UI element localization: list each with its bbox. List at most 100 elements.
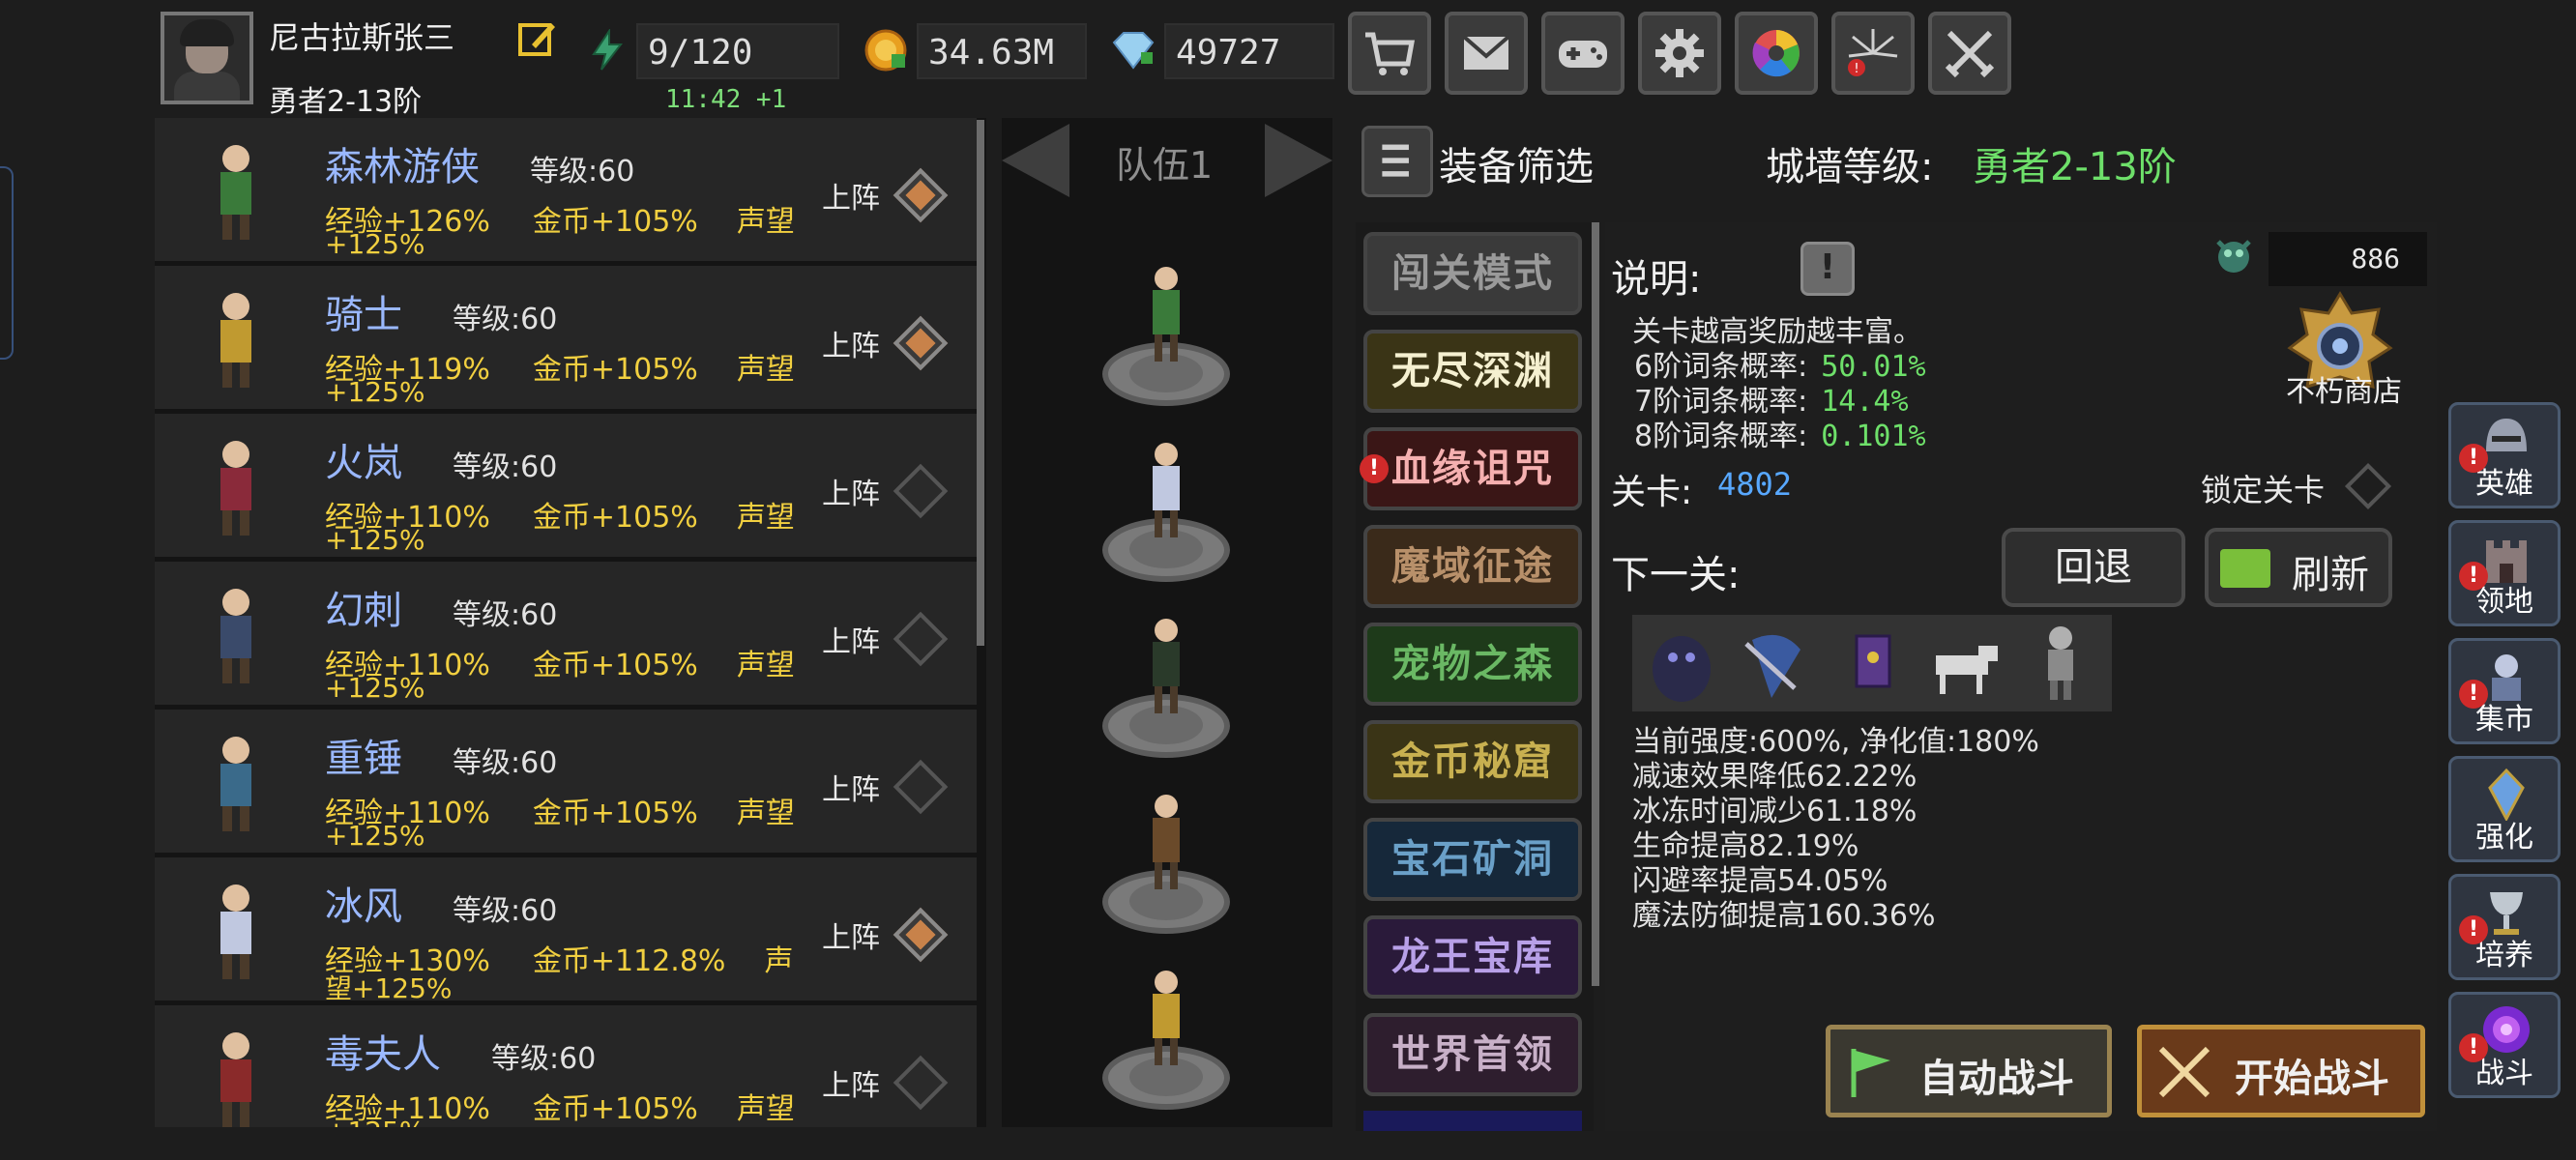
hero-gold-bonus: 金币+112.8% xyxy=(532,944,726,978)
team-slot[interactable] xyxy=(1098,437,1234,592)
hero-deploy-toggle[interactable] xyxy=(893,1055,949,1111)
next-stage-label: 下一关: xyxy=(1611,553,1741,597)
alert-icon: ! xyxy=(2459,915,2488,944)
equipment-filter-label[interactable]: 装备筛选 xyxy=(1439,135,1594,191)
hero-row[interactable]: 骑士 等级:60 经验+119% 金币+105% 声望 +125% 上阵 xyxy=(155,266,977,409)
team-slot[interactable] xyxy=(1098,261,1234,416)
player-rank: 勇者2-13阶 xyxy=(269,85,423,119)
hero-row[interactable]: 重锤 等级:60 经验+110% 金币+105% 声望 +125% 上阵 xyxy=(155,710,977,853)
hero-list[interactable]: 森林游侠 等级:60 经验+126% 金币+105% 声望 +125% 上阵 骑士 等级:60 经… xyxy=(155,118,986,1127)
hero-deploy-toggle[interactable] xyxy=(893,463,949,519)
hero-deploy-label[interactable]: 上阵 xyxy=(822,914,880,956)
alert-icon: ! xyxy=(2459,1033,2488,1062)
enemy-armored-knight xyxy=(2019,621,2102,706)
mode-button-partial[interactable] xyxy=(1363,1111,1582,1131)
sidebar-button[interactable]: 战斗! xyxy=(2448,992,2561,1098)
hero-fame-label: 声望 xyxy=(736,1092,795,1126)
team-slot[interactable] xyxy=(1098,789,1234,943)
hero-name: 重锤 xyxy=(325,737,402,781)
fireworks-button[interactable]: ! xyxy=(1831,12,1915,95)
immortal-shop-label[interactable]: 不朽商店 xyxy=(2286,367,2402,410)
next-team-arrow-icon[interactable] xyxy=(1265,124,1332,197)
mode-button[interactable]: 宠物之森 xyxy=(1363,623,1582,706)
hero-row[interactable]: 毒夫人等级:60经验+110%金币+105%声望+125%上阵 xyxy=(155,1005,977,1127)
next-enemies-strip xyxy=(1632,615,2112,711)
wall-level-label: 城墙等级: xyxy=(1766,145,1934,189)
hero-deploy-toggle[interactable] xyxy=(893,167,949,223)
pet-token-icon xyxy=(2210,232,2257,278)
settings-button[interactable] xyxy=(1638,12,1721,95)
sidebar-button[interactable]: 培养! xyxy=(2448,874,2561,980)
stage-stat-line: 闪避率提高54.05% xyxy=(1632,864,1888,898)
mode-button[interactable]: 世界首领 xyxy=(1363,1013,1582,1096)
mode-button[interactable]: 闯关模式 xyxy=(1363,232,1582,315)
alert-icon: ! xyxy=(1360,454,1389,483)
gold-coin-icon xyxy=(863,27,909,73)
mode-button[interactable]: 魔域征途 xyxy=(1363,525,1582,608)
next-stage-stats: 当前强度:600%, 净化值:180% 减速效果降低62.22% 冰冻时间减少61.… xyxy=(1632,725,2039,934)
battle-swords-button[interactable] xyxy=(1928,12,2011,95)
mode-button[interactable]: 金币秘窟 xyxy=(1363,720,1582,803)
hero-deploy-toggle[interactable] xyxy=(893,611,949,667)
hero-row[interactable]: 冰风 等级:60 经验+130% 金币+112.8% 声望+125% 上阵 xyxy=(155,857,977,1004)
hero-deploy-label[interactable]: 上阵 xyxy=(822,322,880,364)
start-battle-button[interactable]: 开始战斗 xyxy=(2137,1025,2425,1117)
info-icon[interactable]: ! xyxy=(1800,242,1855,296)
energy-icon xyxy=(586,27,629,72)
team-slot[interactable] xyxy=(1098,965,1234,1119)
auto-battle-button[interactable]: 自动战斗 xyxy=(1826,1025,2112,1117)
shop-cart-button[interactable] xyxy=(1348,12,1431,95)
mode-button[interactable]: 无尽深渊 xyxy=(1363,330,1582,413)
edit-icon[interactable] xyxy=(516,17,559,60)
lock-stage-label: 锁定关卡 xyxy=(2201,472,2326,508)
hero-fame-label: 声望 xyxy=(736,353,795,387)
sidebar-button[interactable]: 强化 xyxy=(2448,756,2561,862)
mail-button[interactable] xyxy=(1445,12,1528,95)
flag-icon xyxy=(1851,1049,1890,1097)
tier-rate-label: 8阶词条概率: xyxy=(1634,420,1808,453)
hero-fame-bonus: +125% xyxy=(325,1116,425,1127)
sidebar-button[interactable]: 英雄! xyxy=(2448,402,2561,508)
hero-name: 幻刺 xyxy=(325,589,402,633)
color-wheel-button[interactable] xyxy=(1735,12,1818,95)
hero-deploy-toggle[interactable] xyxy=(893,759,949,815)
list-icon xyxy=(1382,144,1409,177)
hero-level: 等级:60 xyxy=(491,1042,597,1076)
prev-team-arrow-icon[interactable] xyxy=(1002,124,1069,197)
hero-deploy-label[interactable]: 上阵 xyxy=(822,618,880,660)
hero-list-scrollbar[interactable] xyxy=(977,120,984,646)
hero-deploy-toggle[interactable] xyxy=(893,907,949,963)
energy-timer: 11:42 +1 xyxy=(665,85,787,114)
mode-button[interactable]: 宝石矿洞 xyxy=(1363,818,1582,901)
mode-list-scrollbar[interactable] xyxy=(1592,222,1599,986)
player-avatar[interactable] xyxy=(161,12,253,104)
hero-row[interactable]: 幻刺 等级:60 经验+110% 金币+105% 声望 +125% 上阵 xyxy=(155,562,977,705)
hero-deploy-label[interactable]: 上阵 xyxy=(822,470,880,512)
alert-icon: ! xyxy=(2459,680,2488,709)
gamepad-button[interactable] xyxy=(1541,12,1625,95)
hero-deploy-label[interactable]: 上阵 xyxy=(822,1061,880,1104)
mode-button[interactable]: 血缘诅咒 xyxy=(1363,427,1582,510)
tier-rate-value: 0.101% xyxy=(1821,420,1926,453)
mode-button[interactable]: 龙王宝库 xyxy=(1363,915,1582,999)
hero-row[interactable]: 火岚 等级:60 经验+110% 金币+105% 声望 +125% 上阵 xyxy=(155,414,977,557)
mail-icon xyxy=(1462,35,1510,70)
hero-row[interactable]: 森林游侠 等级:60 经验+126% 金币+105% 声望 +125% 上阵 xyxy=(155,118,977,261)
pet-token-count: 886 xyxy=(2269,232,2427,286)
team-column xyxy=(1002,118,1332,1127)
hero-fame-bonus: 望+125% xyxy=(325,972,453,1004)
sidebar-button[interactable]: 领地! xyxy=(2448,520,2561,626)
sidebar-button[interactable]: 集市! xyxy=(2448,638,2561,744)
hero-deploy-toggle[interactable] xyxy=(893,315,949,371)
team-slot[interactable] xyxy=(1098,613,1234,768)
mode-list[interactable]: 闯关模式无尽深渊血缘诅咒! 魔域征途宠物之森金币秘窟宝石矿洞龙王宝库世界首领 xyxy=(1356,222,1594,1131)
hero-name: 森林游侠 xyxy=(325,145,480,189)
team-header: 队伍1 xyxy=(1002,118,1332,201)
side-drawer-handle[interactable] xyxy=(0,166,14,360)
hero-deploy-label[interactable]: 上阵 xyxy=(822,766,880,808)
hero-deploy-label[interactable]: 上阵 xyxy=(822,174,880,217)
equipment-filter-button[interactable] xyxy=(1361,126,1433,197)
refresh-button[interactable]: 刷新 xyxy=(2205,528,2392,607)
enemy-scythe-wraith xyxy=(1733,621,1816,706)
back-button[interactable]: 回退 xyxy=(2002,528,2185,607)
